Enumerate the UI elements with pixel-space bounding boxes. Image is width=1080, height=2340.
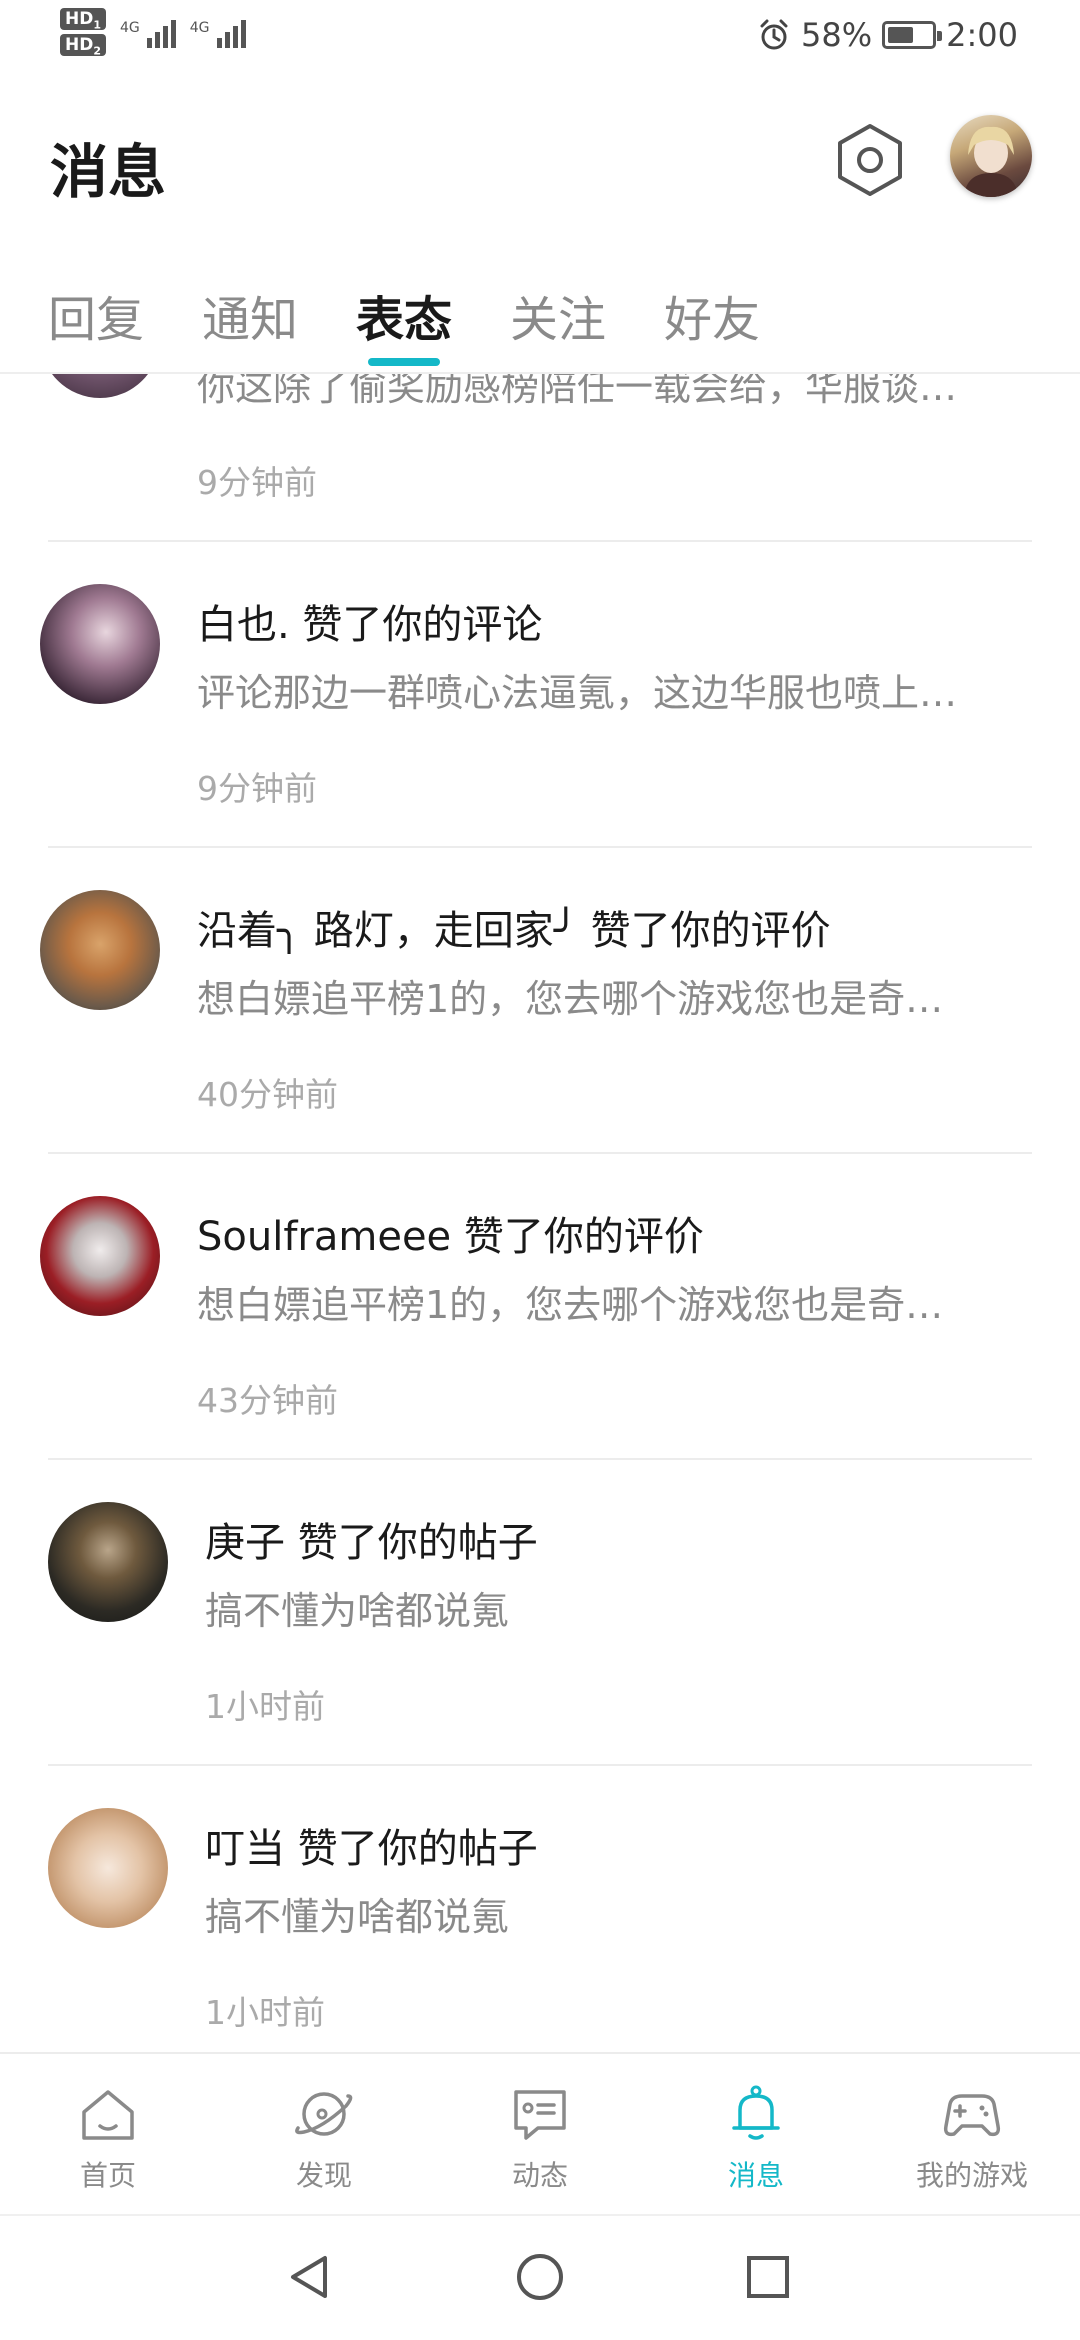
item-preview: 搞不懂为啥都说氪: [205, 1895, 510, 1939]
item-preview: 搞不懂为啥都说氪: [205, 1589, 510, 1633]
item-title: 白也. 赞了你的评论: [197, 602, 543, 648]
item-title: 庚子 赞了你的帖子: [205, 1520, 538, 1566]
home-system-button[interactable]: [505, 2242, 575, 2312]
gamepad-icon: [943, 2094, 1001, 2137]
user-avatar[interactable]: [40, 374, 160, 398]
hd-number: 2: [93, 44, 101, 58]
back-button[interactable]: [275, 2242, 345, 2312]
list-item[interactable]: 叮当 赞了你的帖子 搞不懂为啥都说氪 1小时前: [0, 1766, 1080, 2054]
tab-reply[interactable]: 回复: [48, 270, 202, 372]
settings-icon: [838, 124, 902, 196]
nav-label: 发现: [295, 2159, 352, 2192]
tab-reactions[interactable]: 表态: [356, 270, 510, 372]
signal-bar: [170, 20, 176, 48]
bottom-nav: 首页 发现 动态 消息 我的游戏: [0, 2052, 1080, 2214]
tab-label: 关注: [510, 292, 607, 348]
avatar-image: [964, 126, 1018, 197]
user-avatar[interactable]: [40, 1196, 160, 1316]
list-item[interactable]: 沿着╮ 路灯，走回家╯ 赞了你的评价 想白嫖追平榜1的，您去哪个游戏您也是奇… …: [0, 848, 1080, 1154]
list-item[interactable]: 白也. 赞了你的评论 评论那边一群喷心法逼氪，这边华服也喷上… 9分钟前: [0, 542, 1080, 848]
battery-level: [888, 27, 913, 43]
tab-notice[interactable]: 通知: [202, 270, 356, 372]
signal-bar: [232, 26, 238, 48]
item-preview: 评论那边一群喷心法逼氪，这边华服也喷上…: [197, 671, 958, 715]
signal-bar: [240, 20, 246, 48]
signal-icon: 4G: [190, 20, 246, 48]
list-item[interactable]: Soulframeee 赞了你的评价 想白嫖追平榜1的，您去哪个游戏您也是奇… …: [0, 1154, 1080, 1460]
item-preview: 想白嫖追平榜1的，您去哪个游戏您也是奇…: [197, 1283, 944, 1327]
network-type-label: 4G: [120, 20, 140, 36]
status-right: 58% 2:00: [757, 16, 1018, 54]
item-time: 1小时前: [205, 1993, 325, 2032]
reaction-list: 你这除了偷奖励感榜陪任一载会给，华服谈… 9分钟前 白也. 赞了你的评论 评论那…: [0, 374, 1080, 2054]
battery-icon: [882, 21, 943, 49]
tab-label: 通知: [202, 292, 299, 348]
tab-friends[interactable]: 好友: [664, 270, 818, 372]
planet-icon: [295, 2092, 353, 2136]
status-left: HD1 HD2 4G 4G: [60, 8, 246, 58]
status-bar: HD1 HD2 4G 4G 58% 2:00: [0, 0, 1080, 80]
nav-label: 我的游戏: [915, 2159, 1028, 2192]
signal-bar: [216, 38, 222, 48]
chat-icon: [514, 2090, 566, 2140]
signal-icon: 4G: [120, 20, 176, 48]
battery-percent: 58%: [801, 16, 873, 54]
hd-badge-1: HD1: [60, 8, 106, 32]
network-type-label: 4G: [189, 20, 210, 36]
tab-label: 表态: [356, 292, 453, 348]
tab-follow[interactable]: 关注: [510, 270, 664, 372]
item-time: 9分钟前: [197, 463, 317, 502]
user-avatar[interactable]: [40, 890, 160, 1010]
page-title: 消息: [50, 138, 167, 206]
item-title: 沿着╮ 路灯，走回家╯ 赞了你的评价: [197, 908, 831, 954]
square-recents-icon: [747, 2256, 789, 2298]
nav-feed[interactable]: 动态: [432, 2054, 648, 2214]
message-tabs: 回复 通知 表态 关注 好友: [0, 270, 1080, 374]
user-avatar[interactable]: [48, 1502, 168, 1622]
tab-label: 回复: [48, 292, 145, 348]
back-icon: [291, 2256, 327, 2298]
nav-discover[interactable]: 发现: [216, 2054, 432, 2214]
item-time: 9分钟前: [197, 769, 317, 808]
bell-icon: [732, 2085, 780, 2140]
hd-indicators: HD1 HD2: [60, 8, 106, 58]
active-tab-indicator: [368, 358, 440, 366]
nav-my-games[interactable]: 我的游戏: [864, 2054, 1080, 2214]
signal-bar: [224, 32, 230, 48]
item-preview: 你这除了偷奖励感榜陪任一载会给，华服谈…: [197, 374, 958, 409]
home-icon: [82, 2090, 134, 2140]
user-avatar[interactable]: [40, 584, 160, 704]
hd-label: HD: [65, 9, 94, 29]
hd-number: 1: [93, 18, 101, 32]
user-avatar[interactable]: [48, 1808, 168, 1928]
nav-label: 首页: [79, 2159, 136, 2192]
item-time: 43分钟前: [197, 1381, 338, 1420]
hd-badge-2: HD2: [60, 34, 106, 58]
hd-label: HD: [65, 35, 94, 55]
item-time: 1小时前: [205, 1687, 325, 1726]
alarm-icon: [760, 19, 788, 50]
signal-bar: [154, 32, 160, 48]
recents-button[interactable]: [733, 2242, 803, 2312]
nav-label: 动态: [511, 2159, 568, 2192]
clock: 2:00: [946, 16, 1018, 54]
item-title: 叮当 赞了你的帖子: [205, 1826, 538, 1872]
signal-bar: [146, 38, 152, 48]
list-item[interactable]: 你这除了偷奖励感榜陪任一载会给，华服谈… 9分钟前: [0, 374, 1080, 542]
header: 消息: [0, 100, 1080, 220]
user-avatar[interactable]: [950, 115, 1032, 197]
list-item[interactable]: 庚子 赞了你的帖子 搞不懂为啥都说氪 1小时前: [0, 1460, 1080, 1766]
signal-bar: [162, 26, 168, 48]
item-preview: 想白嫖追平榜1的，您去哪个游戏您也是奇…: [197, 977, 944, 1021]
nav-label: 消息: [727, 2159, 784, 2192]
item-time: 40分钟前: [197, 1075, 338, 1114]
nav-messages[interactable]: 消息: [648, 2054, 864, 2214]
system-nav-bar: [0, 2214, 1080, 2340]
tab-label: 好友: [664, 292, 761, 348]
item-title: Soulframeee 赞了你的评价: [197, 1214, 704, 1260]
nav-home[interactable]: 首页: [0, 2054, 216, 2214]
circle-home-icon: [517, 2254, 563, 2300]
settings-button[interactable]: [830, 120, 910, 200]
